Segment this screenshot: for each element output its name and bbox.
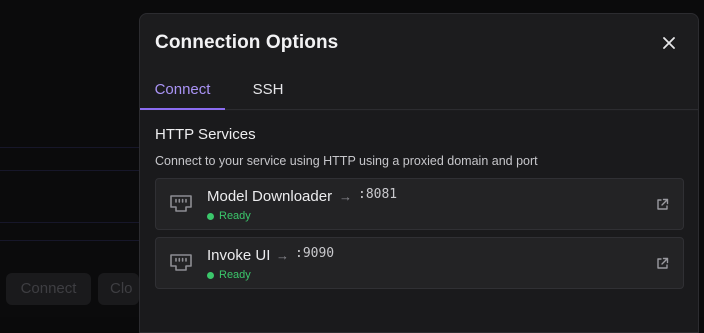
arrow-right-icon: → bbox=[339, 189, 352, 204]
tab-connect[interactable]: Connect bbox=[140, 76, 225, 110]
status-text: Ready bbox=[219, 210, 251, 222]
background-divider bbox=[0, 222, 140, 223]
close-button[interactable] bbox=[660, 34, 678, 52]
section-description: Connect to your service using HTTP using… bbox=[155, 154, 538, 168]
service-name: Invoke UI bbox=[207, 247, 270, 264]
connection-options-modal: Connection Options Connect SSH HTTP Serv… bbox=[139, 13, 699, 333]
service-row-invoke-ui[interactable]: Invoke UI → :9090 Ready bbox=[155, 237, 684, 289]
background-divider bbox=[0, 170, 140, 171]
background-divider bbox=[0, 240, 140, 241]
service-port: :9090 bbox=[295, 246, 334, 261]
background-divider bbox=[0, 147, 140, 148]
external-link-icon[interactable] bbox=[656, 198, 669, 211]
status-dot-icon bbox=[207, 213, 214, 220]
modal-title: Connection Options bbox=[155, 32, 338, 54]
section-title: HTTP Services bbox=[155, 126, 256, 143]
status-dot-icon bbox=[207, 272, 214, 279]
close-icon bbox=[663, 37, 675, 49]
status-text: Ready bbox=[219, 269, 251, 281]
status-badge: Ready bbox=[207, 269, 251, 281]
service-port: :8081 bbox=[358, 187, 397, 202]
tab-bar: Connect SSH bbox=[140, 76, 698, 110]
status-badge: Ready bbox=[207, 210, 251, 222]
external-link-icon[interactable] bbox=[656, 257, 669, 270]
http-services-section: HTTP Services Connect to your service us… bbox=[140, 111, 698, 332]
background-close-button: Clo bbox=[98, 273, 139, 305]
tab-ssh[interactable]: SSH bbox=[238, 76, 298, 110]
service-row-model-downloader[interactable]: Model Downloader → :8081 Ready bbox=[155, 178, 684, 230]
ethernet-port-icon bbox=[169, 194, 193, 214]
background-connect-button: Connect bbox=[6, 273, 91, 305]
service-name: Model Downloader bbox=[207, 188, 332, 205]
ethernet-port-icon bbox=[169, 253, 193, 273]
arrow-right-icon: → bbox=[276, 248, 289, 263]
